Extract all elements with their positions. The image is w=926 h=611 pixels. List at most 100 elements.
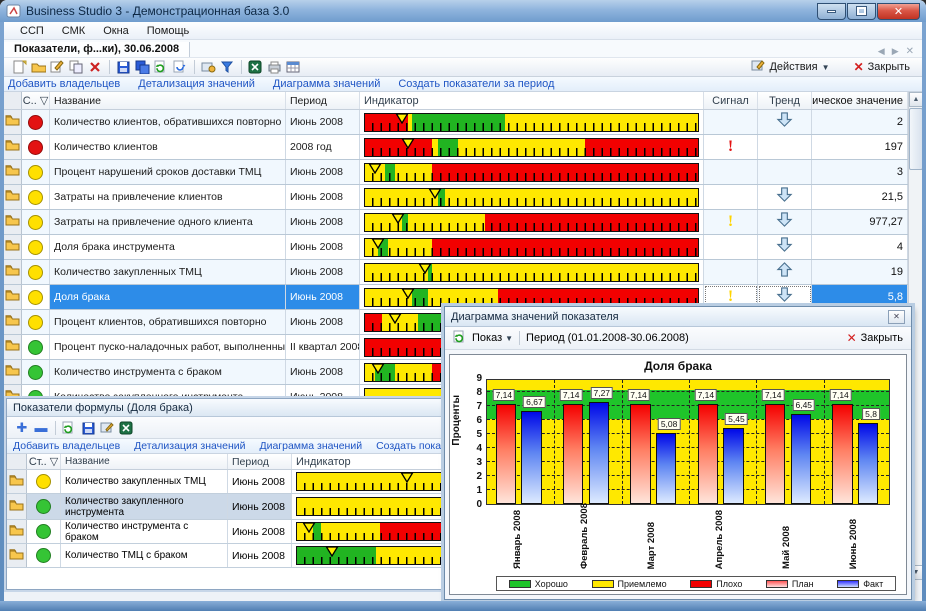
chart-y-axis-label: Проценты	[451, 395, 462, 446]
table-row[interactable]: Количество клиентов2008 год!197	[4, 135, 908, 160]
column-header[interactable]: Индикатор	[360, 92, 704, 109]
report-grid-icon[interactable]	[284, 59, 302, 75]
y-axis-tick: 3	[462, 457, 482, 468]
scroll-thumb[interactable]	[909, 108, 923, 170]
column-header[interactable]: Тренд	[758, 92, 812, 109]
column-header[interactable]: Сигнал	[704, 92, 758, 109]
refresh-item-icon[interactable]	[152, 59, 170, 75]
period-button[interactable]: Период (01.01.2008-30.06.2008)	[526, 332, 689, 344]
tab-close-icon[interactable]: ✕	[906, 46, 914, 57]
table-row[interactable]: Затраты на привлечение одного клиентаИюн…	[4, 210, 908, 235]
column-header[interactable]: С.. ▽	[22, 92, 50, 109]
scroll-up-icon[interactable]: ▲	[909, 92, 923, 107]
dialog-close-icon[interactable]: ✕	[888, 310, 905, 324]
column-header[interactable]	[4, 92, 22, 109]
app-icon	[6, 4, 21, 18]
link-Создать[interactable]: Создать показатели за период	[398, 78, 554, 90]
menu-item-ССП[interactable]: ССП	[12, 24, 52, 38]
menu-item-Помощь[interactable]: Помощь	[139, 24, 198, 38]
excel-export-icon[interactable]	[246, 59, 264, 75]
table-header: С.. ▽НазваниеПериодИндикаторСигналТрендФ…	[4, 92, 908, 110]
refresh-item-icon[interactable]	[60, 420, 78, 436]
table-row[interactable]: Затраты на привлечение клиентовИюнь 2008…	[4, 185, 908, 210]
cell-trend	[758, 160, 812, 184]
folder-icon	[5, 363, 20, 381]
table-row[interactable]: Количество клиентов, обратившихся повтор…	[4, 110, 908, 135]
show-menu-button[interactable]: Показ▼	[472, 332, 513, 344]
cell-trend	[758, 185, 812, 209]
delete-item-icon[interactable]	[86, 59, 104, 75]
link-Добавить[interactable]: Добавить владельцев	[8, 78, 120, 90]
filter-icon[interactable]	[218, 59, 236, 75]
table-row[interactable]: Доля брака инструментаИюнь 20084	[4, 235, 908, 260]
cell-name: Процент клиентов, обратившихся повторно	[50, 310, 286, 334]
refresh-icon[interactable]	[453, 330, 466, 346]
refresh-all-icon[interactable]	[171, 59, 189, 75]
copy-item-icon[interactable]	[67, 59, 85, 75]
minimize-button[interactable]	[817, 3, 846, 20]
excel-export-icon[interactable]	[117, 420, 135, 436]
cell-name: Количество клиентов, обратившихся повтор…	[50, 110, 286, 134]
status-green-icon	[28, 340, 43, 355]
link-Диаграмма[interactable]: Диаграмма значений	[259, 440, 362, 452]
dialog-close-button[interactable]: ✕ Закрыть	[847, 331, 903, 345]
table-row[interactable]: Процент нарушений сроков доставки ТМЦИюн…	[4, 160, 908, 185]
fact-bar	[791, 414, 811, 504]
plan-bar	[496, 404, 516, 504]
x-axis-label: Март 2008	[646, 522, 657, 569]
legend-color-swatch	[837, 580, 859, 588]
open-folder-icon[interactable]	[29, 59, 47, 75]
x-axis-label: Июнь 2008	[848, 519, 859, 569]
x-axis-label: Апрель 2008	[714, 510, 725, 569]
cell-period: Июнь 2008	[286, 210, 360, 234]
save-icon[interactable]	[79, 420, 97, 436]
add-owner-icon[interactable]	[199, 59, 217, 75]
plan-bar	[630, 404, 650, 504]
cell-period: Июнь 2008	[228, 544, 292, 567]
column-header[interactable]: Фактическое значение	[812, 92, 908, 109]
save-all-icon[interactable]	[133, 59, 151, 75]
column-header[interactable]: Период	[228, 454, 292, 469]
legend-item: План	[766, 579, 814, 589]
link-Детализация[interactable]: Детализация значений	[138, 78, 255, 90]
link-Детализация[interactable]: Детализация значений	[134, 440, 245, 452]
folder-icon	[9, 498, 24, 516]
column-header[interactable]: Название	[61, 454, 228, 469]
edit-item-icon[interactable]	[48, 59, 66, 75]
menu-item-Окна[interactable]: Окна	[95, 24, 137, 38]
table-row[interactable]: Количество закупленных ТМЦИюнь 200819	[4, 260, 908, 285]
plan-bar	[563, 404, 583, 504]
close-button[interactable]: ✕	[877, 3, 920, 20]
menu-item-СМК[interactable]: СМК	[54, 24, 93, 38]
chart-plot-area: 7,146,677,147,277,145,087,145,457,146,45…	[486, 379, 890, 505]
select-owner-icon[interactable]	[98, 420, 116, 436]
add-icon[interactable]: ✚	[13, 420, 31, 436]
tab-pokazateli[interactable]: Показатели, ф...ки), 30.06.2008	[4, 42, 190, 57]
cell-value: 2	[812, 110, 908, 134]
actions-button[interactable]: Действия ▼	[745, 58, 835, 76]
cell-indicator	[360, 185, 704, 209]
cell-signal: !	[704, 210, 758, 234]
cell-trend	[758, 210, 812, 234]
value-marker-icon	[392, 213, 405, 224]
remove-icon[interactable]: ▬	[32, 420, 50, 436]
column-header[interactable]: Название	[50, 92, 286, 109]
link-Добавить[interactable]: Добавить владельцев	[13, 440, 120, 452]
new-item-icon[interactable]	[10, 59, 28, 75]
folder-icon	[5, 238, 20, 256]
column-header[interactable]: Ст.. ▽	[27, 454, 61, 469]
tab-next-icon[interactable]: ▶	[892, 46, 899, 57]
column-header[interactable]: Период	[286, 92, 360, 109]
close-view-button[interactable]: ✕ Закрыть	[848, 59, 916, 75]
maximize-button[interactable]	[847, 3, 876, 20]
value-marker-icon	[402, 138, 415, 149]
print-icon[interactable]	[265, 59, 283, 75]
cell-signal	[704, 160, 758, 184]
bar-value-label: 5,8	[862, 408, 880, 420]
column-header[interactable]	[7, 454, 27, 469]
link-Диаграмма[interactable]: Диаграмма значений	[273, 78, 380, 90]
save-icon[interactable]	[114, 59, 132, 75]
cell-period: Июнь 2008	[286, 110, 360, 134]
tab-prev-icon[interactable]: ◀	[878, 46, 885, 57]
folder-icon	[9, 473, 24, 491]
